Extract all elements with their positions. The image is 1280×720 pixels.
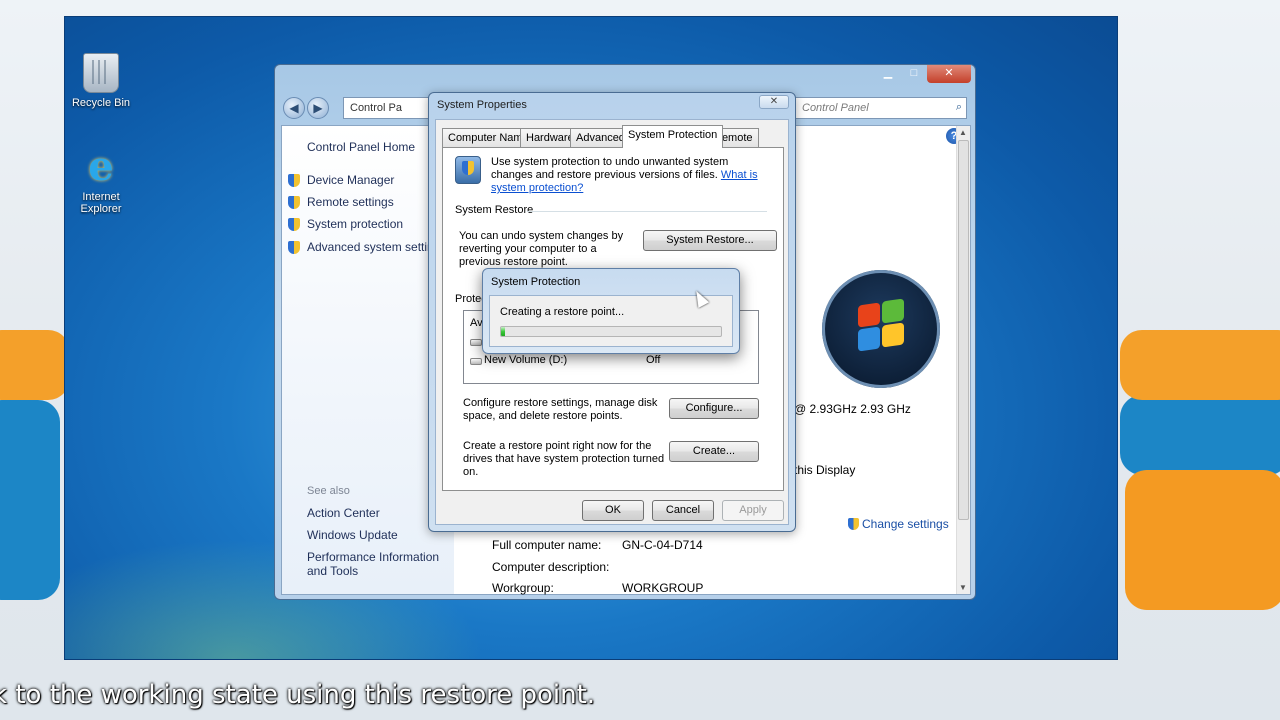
desktop-icon-recycle-bin[interactable]: Recycle Bin	[65, 53, 137, 109]
scroll-down-icon[interactable]: ▼	[959, 583, 967, 592]
create-button[interactable]: Create...	[669, 441, 759, 462]
see-also-performance[interactable]: Performance Information and Tools	[307, 550, 449, 578]
scroll-thumb[interactable]	[958, 140, 969, 520]
create-text: Create a restore point right now for the…	[463, 440, 665, 478]
windows-logo-icon	[822, 270, 940, 388]
progress-bar	[500, 326, 722, 337]
forward-button[interactable]: ▶	[307, 97, 329, 119]
divider	[527, 211, 767, 212]
drive-icon	[470, 358, 482, 365]
change-settings-link[interactable]: Change settings	[848, 517, 949, 531]
shield-icon	[288, 174, 300, 187]
detail-value: GN-C-04-D714	[622, 538, 703, 552]
desktop-icon-label: Recycle Bin	[71, 97, 131, 109]
detail-label: Workgroup:	[492, 581, 554, 595]
dialog-title: System Properties	[437, 99, 527, 111]
close-button[interactable]: ✕	[927, 65, 971, 83]
backdrop-couch-left	[0, 330, 70, 400]
ok-button[interactable]: OK	[582, 500, 644, 521]
control-panel-home-link[interactable]: Control Panel Home	[307, 140, 415, 154]
system-protection-icon	[455, 156, 481, 184]
progress-dialog-title: System Protection	[491, 276, 581, 288]
detail-label: Computer description:	[492, 560, 610, 574]
shield-icon	[288, 196, 300, 209]
search-icon: ⌕	[955, 101, 962, 113]
configure-text: Configure restore settings, manage disk …	[463, 397, 658, 422]
apply-button[interactable]: Apply	[722, 500, 784, 521]
intro-text: Use system protection to undo unwanted s…	[491, 156, 758, 194]
desktop-icon-label: Internet Explorer	[80, 191, 122, 215]
minimize-button[interactable]: ▁	[875, 65, 901, 83]
maximize-button[interactable]: □	[901, 65, 927, 83]
backdrop-couch-right-lower	[1125, 470, 1280, 610]
tab-system-protection[interactable]: System Protection	[622, 125, 724, 148]
detail-value: WORKGROUP	[622, 581, 704, 595]
system-restore-text: You can undo system changes by reverting…	[459, 230, 624, 268]
configure-button[interactable]: Configure...	[669, 398, 759, 419]
internet-explorer-icon: e	[88, 143, 114, 190]
desktop-icon-internet-explorer[interactable]: e Internet Explorer	[65, 143, 137, 216]
drive-status: Off	[646, 354, 661, 366]
detail-label: Full computer name:	[492, 538, 602, 552]
nav-remote-settings[interactable]: Remote settings	[307, 195, 394, 209]
back-button[interactable]: ◀	[283, 97, 305, 119]
backdrop-couch-right-blue	[1120, 395, 1280, 475]
progress-fill	[501, 327, 506, 336]
system-restore-group-label: System Restore	[455, 204, 534, 216]
cancel-button[interactable]: Cancel	[652, 500, 714, 521]
address-bar[interactable]: Control Pa	[343, 97, 433, 119]
shield-icon	[288, 241, 300, 254]
nav-advanced-system-settings[interactable]: Advanced system settings	[307, 240, 446, 254]
backdrop-couch-right	[1120, 330, 1280, 400]
vertical-scrollbar[interactable]: ▲ ▼	[956, 126, 970, 594]
system-restore-button[interactable]: System Restore...	[643, 230, 777, 251]
see-also-windows-update[interactable]: Windows Update	[307, 528, 398, 542]
recycle-bin-icon	[83, 53, 119, 93]
see-also-heading: See also	[307, 485, 350, 497]
dialog-close-button[interactable]: ✕	[759, 95, 789, 109]
nav-system-protection[interactable]: System protection	[307, 217, 403, 231]
drive-icon	[470, 339, 482, 346]
drive-name: New Volume (D:)	[484, 354, 568, 366]
shield-icon	[848, 518, 859, 530]
address-text: Control Pa	[350, 102, 402, 114]
nav-device-manager[interactable]: Device Manager	[307, 173, 394, 187]
search-input[interactable]: Control Panel ⌕	[795, 97, 967, 119]
change-settings-label: Change settings	[862, 517, 949, 531]
backdrop-couch-left-blue	[0, 400, 60, 600]
system-protection-progress-dialog: System Protection Creating a restore poi…	[482, 268, 740, 354]
display-info: this Display	[794, 463, 856, 477]
processor-speed: @ 2.93GHz 2.93 GHz	[794, 402, 911, 416]
progress-message: Creating a restore point...	[500, 306, 625, 318]
shield-icon	[288, 218, 300, 231]
see-also-action-center[interactable]: Action Center	[307, 506, 380, 520]
video-caption: k to the working state using this restor…	[0, 680, 596, 710]
search-placeholder: Control Panel	[802, 102, 869, 114]
scroll-up-icon[interactable]: ▲	[959, 128, 967, 137]
